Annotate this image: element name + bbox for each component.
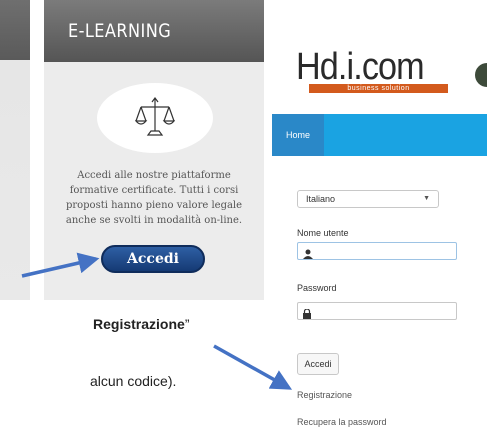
annotation-arrows bbox=[21, 252, 293, 390]
arrow-to-registrazione bbox=[213, 344, 293, 390]
arrow-to-accedi bbox=[21, 252, 100, 278]
